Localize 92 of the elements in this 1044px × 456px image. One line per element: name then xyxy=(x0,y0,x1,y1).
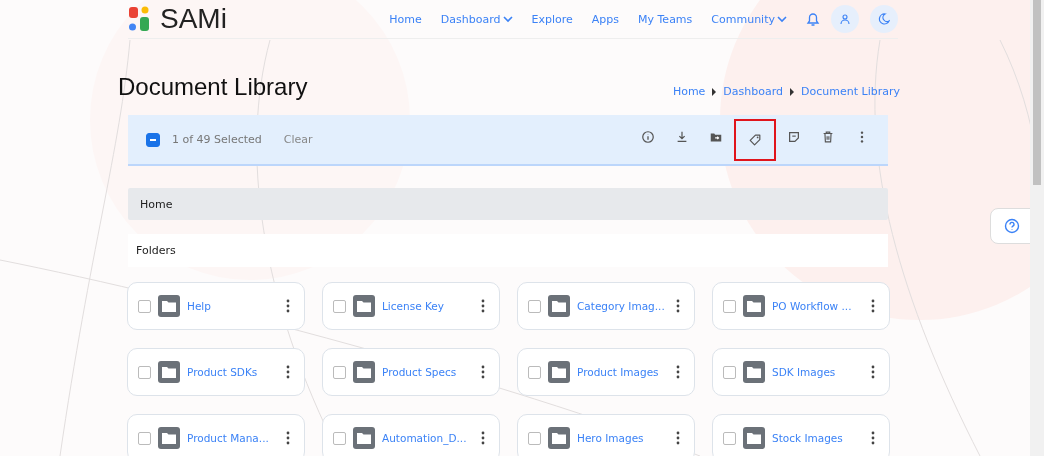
folder-card[interactable]: Product SDKs xyxy=(127,348,305,396)
checkbox[interactable] xyxy=(333,431,346,445)
folder-name[interactable]: Help xyxy=(187,300,211,312)
selection-count: 1 of 49 Selected xyxy=(172,133,262,146)
folder-icon xyxy=(548,361,570,383)
nav-link[interactable]: Explore xyxy=(531,12,573,26)
nav-link[interactable]: Apps xyxy=(591,12,619,26)
download-icon xyxy=(675,129,689,144)
folder-card[interactable]: Category Imag... xyxy=(517,282,695,330)
checkbox[interactable] xyxy=(723,299,736,313)
more-icon[interactable] xyxy=(481,365,485,379)
checkbox[interactable] xyxy=(138,299,151,313)
more-icon[interactable] xyxy=(676,365,680,379)
caret-icon xyxy=(789,87,796,96)
nav-link[interactable]: My Teams xyxy=(638,12,693,26)
logo-icon xyxy=(128,6,150,32)
folder-card[interactable]: Automation_D... xyxy=(322,414,500,456)
page-title: Document Library xyxy=(118,73,308,101)
moon-icon xyxy=(878,13,890,25)
folder-name[interactable]: Stock Images xyxy=(772,432,843,444)
info-icon xyxy=(641,129,655,144)
checkbox[interactable] xyxy=(528,299,541,313)
folder-card[interactable]: Product Specs xyxy=(322,348,500,396)
more-icon[interactable] xyxy=(676,299,680,313)
nav-link[interactable]: Dashboard xyxy=(440,12,513,26)
bell-icon[interactable] xyxy=(806,11,820,27)
more-icon[interactable] xyxy=(481,431,485,445)
checkbox[interactable] xyxy=(333,365,346,379)
folder-name[interactable]: Category Imag... xyxy=(577,300,665,312)
more-icon[interactable] xyxy=(286,431,290,445)
help-icon xyxy=(1004,218,1020,234)
chevron-icon xyxy=(777,15,787,23)
note-icon xyxy=(787,129,801,144)
tag-icon xyxy=(748,132,762,147)
folder-icon xyxy=(158,295,180,317)
folder-icon xyxy=(353,361,375,383)
folder-icon xyxy=(743,361,765,383)
folder-card[interactable]: Product Mana... xyxy=(127,414,305,456)
logo-text: SAMi xyxy=(160,3,227,35)
folder-name[interactable]: Automation_D... xyxy=(382,432,467,444)
more-icon[interactable] xyxy=(871,431,875,445)
folder-icon xyxy=(353,295,375,317)
nav-link[interactable]: Community xyxy=(711,12,787,26)
checkbox[interactable] xyxy=(528,431,541,445)
path-text: Home xyxy=(140,197,173,211)
nav-link[interactable]: Home xyxy=(389,12,422,26)
checkbox[interactable] xyxy=(333,299,346,313)
select-all-checkbox[interactable] xyxy=(146,132,160,147)
folder-card[interactable]: License Key xyxy=(322,282,500,330)
trash-icon xyxy=(821,129,835,144)
folder-name[interactable]: Product SDKs xyxy=(187,366,258,378)
folder-name[interactable]: Product Specs xyxy=(382,366,457,378)
more-icon[interactable] xyxy=(871,365,875,379)
clear-link[interactable]: Clear xyxy=(283,133,313,146)
scrollbar[interactable] xyxy=(1030,0,1044,456)
folder-card[interactable]: Product Images xyxy=(517,348,695,396)
more-icon[interactable] xyxy=(286,299,290,313)
folder-name[interactable]: Product Images xyxy=(577,366,659,378)
folder-icon xyxy=(743,295,765,317)
folder-card[interactable]: SDK Images xyxy=(712,348,890,396)
folder-name[interactable]: SDK Images xyxy=(772,366,836,378)
tag-button[interactable] xyxy=(734,118,776,161)
checkbox[interactable] xyxy=(528,365,541,379)
breadcrumb-link[interactable]: Home xyxy=(672,85,706,98)
folder-icon xyxy=(158,361,180,383)
breadcrumb-link[interactable]: Dashboard xyxy=(723,85,784,98)
person-icon xyxy=(839,13,851,25)
checkbox[interactable] xyxy=(723,365,736,379)
checkbox[interactable] xyxy=(138,431,151,445)
folder-icon xyxy=(743,427,765,449)
more-icon[interactable] xyxy=(286,365,290,379)
more-icon[interactable] xyxy=(871,299,875,313)
caret-icon xyxy=(711,87,718,96)
folder-name[interactable]: License Key xyxy=(382,300,444,312)
more-icon[interactable] xyxy=(676,431,680,445)
folder-card[interactable]: Help xyxy=(127,282,305,330)
folder-icon xyxy=(548,427,570,449)
folder-icon xyxy=(158,427,180,449)
folder-card[interactable]: Hero Images xyxy=(517,414,695,456)
folder-name[interactable]: PO Workflow ... xyxy=(772,300,852,312)
breadcrumb-link[interactable]: Document Library xyxy=(801,85,900,98)
checkbox[interactable] xyxy=(723,431,736,445)
folder-icon xyxy=(548,295,570,317)
folder-card[interactable]: PO Workflow ... xyxy=(712,282,890,330)
folder-name[interactable]: Product Mana... xyxy=(187,432,269,444)
folder-icon xyxy=(353,427,375,449)
chevron-icon xyxy=(502,15,513,23)
folder-card[interactable]: Stock Images xyxy=(712,414,890,456)
checkbox[interactable] xyxy=(138,365,151,379)
more-icon[interactable] xyxy=(481,299,485,313)
folder-name[interactable]: Hero Images xyxy=(577,432,644,444)
section-title: Folders xyxy=(136,244,176,257)
